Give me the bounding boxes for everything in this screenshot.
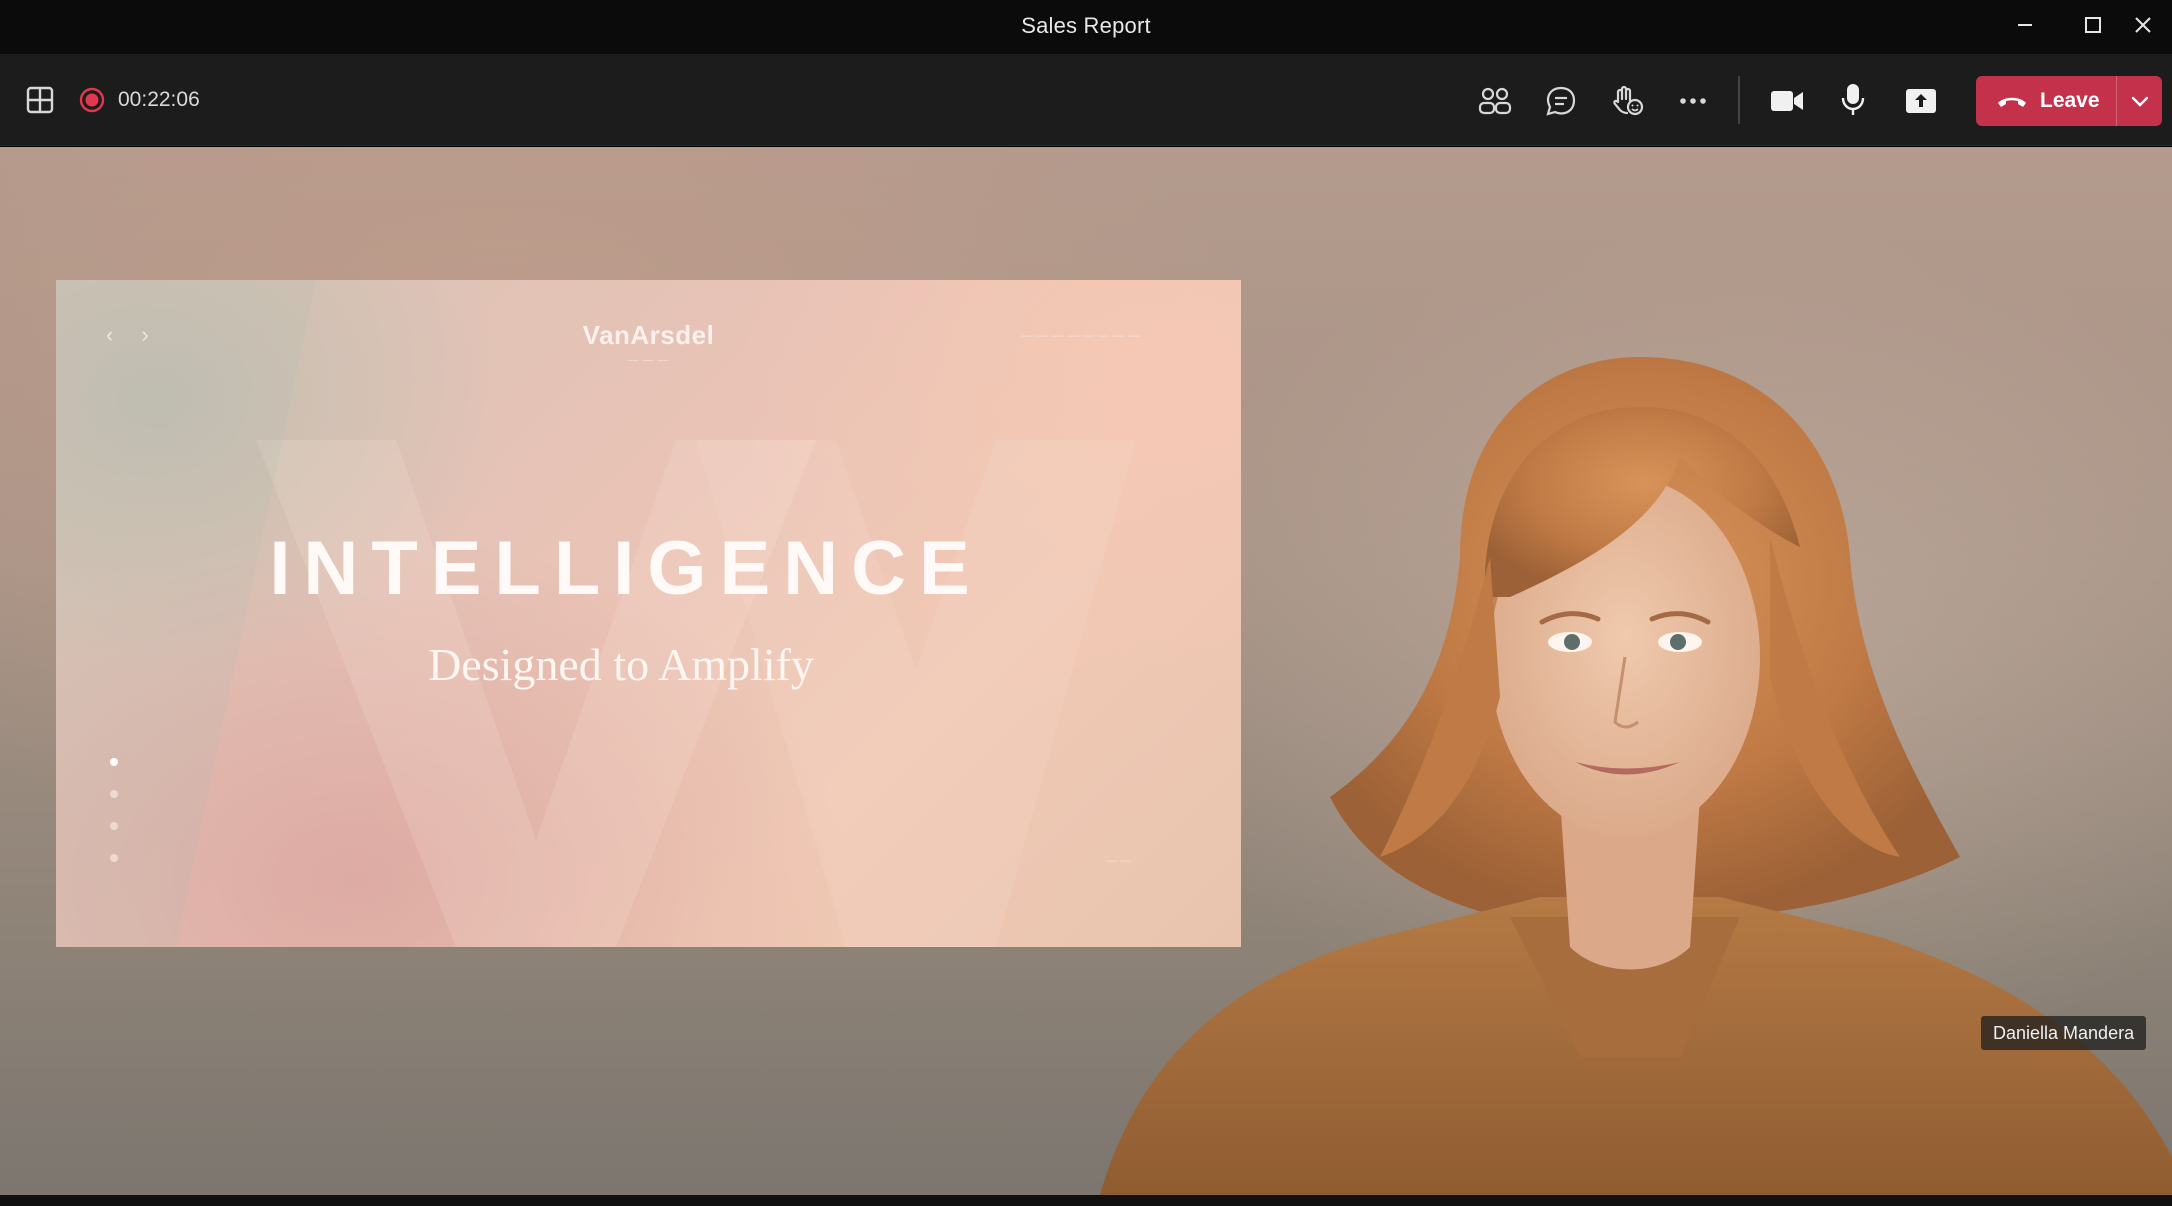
slide-subheadline: Designed to Amplify <box>428 639 814 690</box>
leave-label: Leave <box>2040 89 2100 112</box>
recording-timer: 00:22:06 <box>118 88 200 111</box>
toolbar-divider <box>1738 76 1740 124</box>
slide-dot[interactable] <box>110 758 118 766</box>
people-icon <box>1478 87 1512 115</box>
camera-button[interactable] <box>1764 78 1810 124</box>
meeting-toolbar: 00:22:06 Leave <box>0 54 2172 146</box>
chat-icon <box>1546 86 1576 116</box>
video-camera-icon <box>1771 91 1803 111</box>
slide-progress-dots <box>110 758 118 862</box>
recording-indicator: 00:22:06 <box>78 82 200 118</box>
title-bar: Sales Report <box>0 0 2172 54</box>
slide-dot[interactable] <box>110 854 118 862</box>
brand-logo-underline: — — — <box>628 355 669 366</box>
meeting-stage: ‹ › VanArsdel — — — — — — — — — — — INTE… <box>0 147 2172 1195</box>
hang-up-phone-icon <box>1998 97 2026 107</box>
record-icon <box>79 87 105 113</box>
more-actions-button[interactable] <box>1670 78 1716 124</box>
shared-presentation-slide: ‹ › VanArsdel — — — — — — — — — — — INTE… <box>56 280 1241 947</box>
participant-name-tag: Daniella Mandera <box>1981 1016 2147 1050</box>
leave-options-dropdown[interactable] <box>2117 76 2162 126</box>
grid-layout-icon <box>26 86 54 114</box>
leave-call-action[interactable]: Leave <box>1976 76 2116 126</box>
microphone-button[interactable] <box>1830 76 1876 124</box>
slide-background-graphic <box>56 280 1136 947</box>
slide-headline: INTELLIGENCE <box>269 526 983 611</box>
more-icon <box>1680 98 1706 104</box>
minimize-button[interactable] <box>1992 0 2058 50</box>
share-screen-icon <box>1906 89 1936 113</box>
slide-dot[interactable] <box>110 790 118 798</box>
chevron-down-icon <box>2131 96 2148 107</box>
window-title: Sales Report <box>1021 13 1151 38</box>
chat-button[interactable] <box>1538 78 1584 124</box>
participants-button[interactable] <box>1472 78 1518 124</box>
leave-button[interactable]: Leave <box>1976 76 2162 126</box>
share-screen-button[interactable] <box>1898 78 1944 124</box>
raise-hand-reaction-icon <box>1613 85 1644 116</box>
close-icon <box>2135 17 2151 33</box>
minimize-icon <box>2018 24 2032 26</box>
close-window-button[interactable] <box>2110 0 2172 50</box>
microphone-icon <box>1841 84 1865 115</box>
reactions-button[interactable] <box>1604 78 1650 124</box>
bottom-edge <box>0 1195 2172 1206</box>
presenter-video-feed <box>1100 357 2172 1195</box>
slide-dot[interactable] <box>110 822 118 830</box>
maximize-icon <box>2085 17 2101 33</box>
slide-brand: VanArsdel — — — <box>56 320 1241 366</box>
layout-button[interactable] <box>20 80 60 120</box>
